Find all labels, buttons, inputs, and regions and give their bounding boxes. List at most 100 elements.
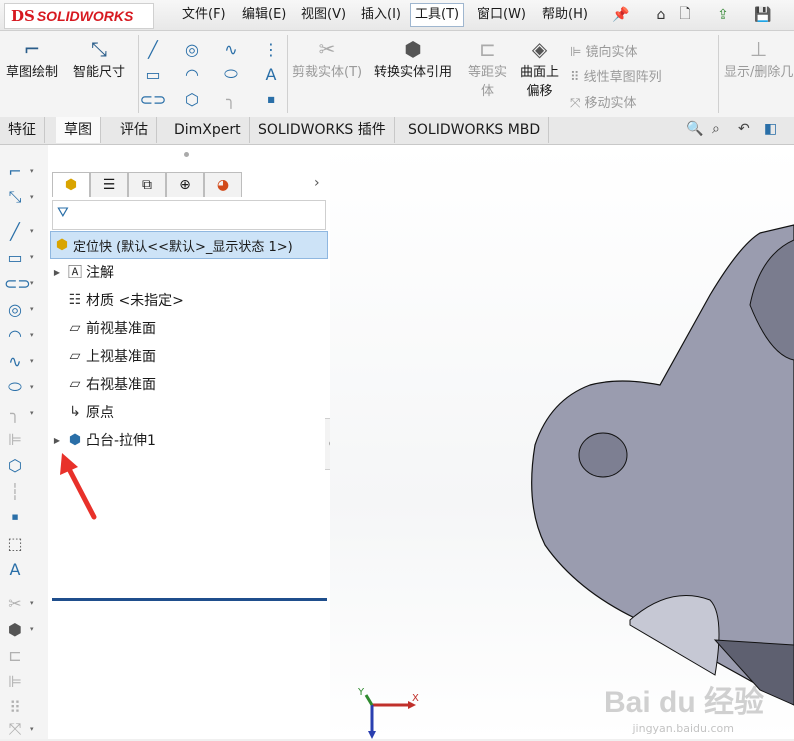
plane-icon: ▱ [69, 348, 81, 364]
rectangle-icon[interactable]: ▭ [143, 64, 163, 84]
offset-tool[interactable]: ⊏ [4, 643, 44, 667]
spline-tool[interactable]: ∿ ▾ [4, 349, 44, 373]
text-icon[interactable]: A [261, 64, 281, 84]
expand-arrow-icon[interactable]: ▶ [50, 436, 64, 445]
menu-file[interactable]: 文件(F) [180, 5, 228, 25]
home-icon[interactable]: ⌂ [650, 4, 672, 26]
rollback-bar[interactable] [52, 598, 327, 601]
tree-node-annotations[interactable]: ▶ 🄰 注解 [50, 259, 114, 285]
previous-view-icon[interactable]: ↶ [738, 121, 750, 137]
convert-tool[interactable]: ⬢ ▾ [4, 617, 44, 641]
centerline-tool[interactable]: ┆ [4, 479, 44, 503]
smart-dimension-button[interactable]: ⤡ 智能尺寸 [73, 37, 125, 80]
point-icon[interactable]: ■ [261, 89, 281, 109]
menu-help[interactable]: 帮助(H) [540, 5, 590, 25]
expand-arrow-icon[interactable]: ▶ [50, 268, 64, 277]
pin-icon[interactable]: 📌 [610, 4, 632, 26]
mirror-entities-button[interactable]: ⊫ 镜向实体 [570, 41, 637, 60]
tab-dimxpert[interactable]: DimXpert [166, 117, 250, 143]
part-model[interactable] [330, 145, 794, 739]
panel-grip[interactable] [184, 152, 189, 157]
menu-tools[interactable]: 工具(T) [410, 3, 465, 27]
move-icon: ⤧ [8, 719, 22, 738]
fillet-tool[interactable]: ╮ ▾ [4, 401, 44, 425]
offset-on-surface-button[interactable]: ◈ 曲面上 偏移 [520, 37, 559, 99]
tab-evaluate[interactable]: 评估 [112, 117, 157, 143]
menu-edit[interactable]: 编辑(E) [240, 5, 288, 25]
tree-node-right-plane[interactable]: ▱ 右视基准面 [50, 371, 156, 397]
part-icon: ⬢ [55, 237, 69, 253]
construction-tool[interactable]: ⬚ [4, 531, 44, 555]
chevron-right-icon[interactable]: › [314, 175, 320, 191]
point-tool[interactable]: ■ [4, 505, 44, 529]
polygon-tool[interactable]: ⬡ [4, 453, 44, 477]
trim-icon: ✂ [318, 37, 336, 61]
arc-tool[interactable]: ◠ ▾ [4, 323, 44, 347]
menu-view[interactable]: 视图(V) [299, 5, 348, 25]
displaymanager-tab-icon[interactable]: ◕ [204, 172, 242, 197]
featuremanager-tab-icon[interactable]: ⬢ [52, 172, 90, 197]
graphics-area[interactable]: Y X Bai du 经验 jingyan.baidu.com [330, 145, 794, 739]
sketch-tool[interactable]: ⌐ ▾ [4, 159, 44, 183]
plane-icon: ▱ [69, 376, 81, 392]
tree-node-label: 右视基准面 [86, 377, 156, 393]
move-entities-button[interactable]: ⤧ 移动实体 [570, 92, 637, 111]
zoom-to-fit-icon[interactable]: 🔍 [686, 121, 703, 137]
sketch-button[interactable]: ⌐ 草图绘制 [6, 37, 58, 80]
trim-entities-button[interactable]: ✂ 剪裁实体(T) [292, 37, 362, 80]
tree-node-material[interactable]: ☷ 材质 <未指定> [50, 287, 184, 313]
convert-entities-button[interactable]: ⬢ 转换实体引用 [374, 37, 452, 80]
configurationmanager-tab-icon[interactable]: ⧉ [128, 172, 166, 197]
mirror-tool[interactable]: ⊫ [4, 427, 44, 451]
move-tool[interactable]: ⤧ ▾ [4, 717, 44, 741]
offset-entities-button[interactable]: ⊏ 等距实 体 [468, 37, 507, 99]
mirror-entities-tool[interactable]: ⊫ [4, 669, 44, 693]
rectangle-tool[interactable]: ▭ ▾ [4, 245, 44, 269]
spline-icon[interactable]: ∿ [221, 39, 241, 59]
line-icon[interactable]: ╱ [143, 39, 163, 59]
tab-sketch[interactable]: 草图 [56, 117, 101, 143]
tree-node-origin[interactable]: ↳ 原点 [50, 399, 114, 425]
line-tool[interactable]: ╱ ▾ [4, 219, 44, 243]
pattern-tool[interactable]: ⠿ [4, 695, 44, 719]
ribbon-separator [287, 35, 288, 113]
polygon-icon[interactable]: ⬡ [182, 89, 202, 109]
menu-bar: DS SOLIDWORKS 文件(F) 编辑(E) 视图(V) 插入(I) 工具… [0, 0, 794, 31]
construction-geometry-icon[interactable]: ⋮ [261, 39, 281, 59]
open-icon[interactable]: ⇪ [712, 4, 734, 26]
fillet-icon[interactable]: ╮ [221, 89, 241, 109]
tree-node-front-plane[interactable]: ▱ 前视基准面 [50, 315, 156, 341]
arc-icon[interactable]: ◠ [182, 64, 202, 84]
tree-root-part[interactable]: ⬢ 定位快 (默认<<默认>_显示状态 1>) [50, 231, 328, 259]
solidworks-logo[interactable]: DS SOLIDWORKS [4, 3, 154, 29]
section-view-icon[interactable]: ◧ [764, 121, 777, 137]
linear-pattern-icon: ⠿ [9, 697, 21, 717]
view-triad[interactable]: Y X [352, 683, 422, 739]
slot-icon[interactable]: ⊂⊃ [140, 89, 167, 109]
ellipse-icon[interactable]: ⬭ [221, 64, 241, 84]
slot-tool[interactable]: ⊂⊃ ▾ [4, 271, 44, 295]
tree-node-top-plane[interactable]: ▱ 上视基准面 [50, 343, 156, 369]
dimxpertmanager-tab-icon[interactable]: ⊕ [166, 172, 204, 197]
linear-pattern-button[interactable]: ⠿ 线性草图阵列 [570, 66, 662, 85]
text-tool[interactable]: A [4, 557, 44, 581]
smart-dimension-tool[interactable]: ⤡ ▾ [4, 185, 44, 209]
new-document-icon[interactable]: 🗋 [674, 4, 696, 26]
ellipse-tool[interactable]: ⬭ ▾ [4, 375, 44, 399]
tab-solidworks-mbd[interactable]: SOLIDWORKS MBD [400, 117, 550, 143]
z-axis-arrow-icon [368, 731, 376, 739]
circle-icon[interactable]: ◎ [182, 39, 202, 59]
menu-insert[interactable]: 插入(I) [359, 5, 403, 25]
trim-tool[interactable]: ✂ ▾ [4, 591, 44, 615]
save-icon[interactable]: 💾 [752, 4, 774, 26]
zoom-area-icon[interactable]: ⌕ [712, 121, 720, 137]
tree-filter-field[interactable]: ⛛ [52, 200, 326, 230]
menu-window[interactable]: 窗口(W) [475, 5, 528, 25]
propertymanager-tab-icon[interactable]: ☰ [90, 172, 128, 197]
tab-features[interactable]: 特征 [0, 117, 45, 143]
circle-tool[interactable]: ◎ ▾ [4, 297, 44, 321]
tab-solidworks-addins[interactable]: SOLIDWORKS 插件 [250, 117, 395, 143]
baidu-watermark: Bai du 经验 [603, 686, 764, 719]
x-axis-label: X [412, 693, 419, 704]
display-delete-relations-button[interactable]: ⊥ 显示/删除几 [724, 37, 793, 80]
